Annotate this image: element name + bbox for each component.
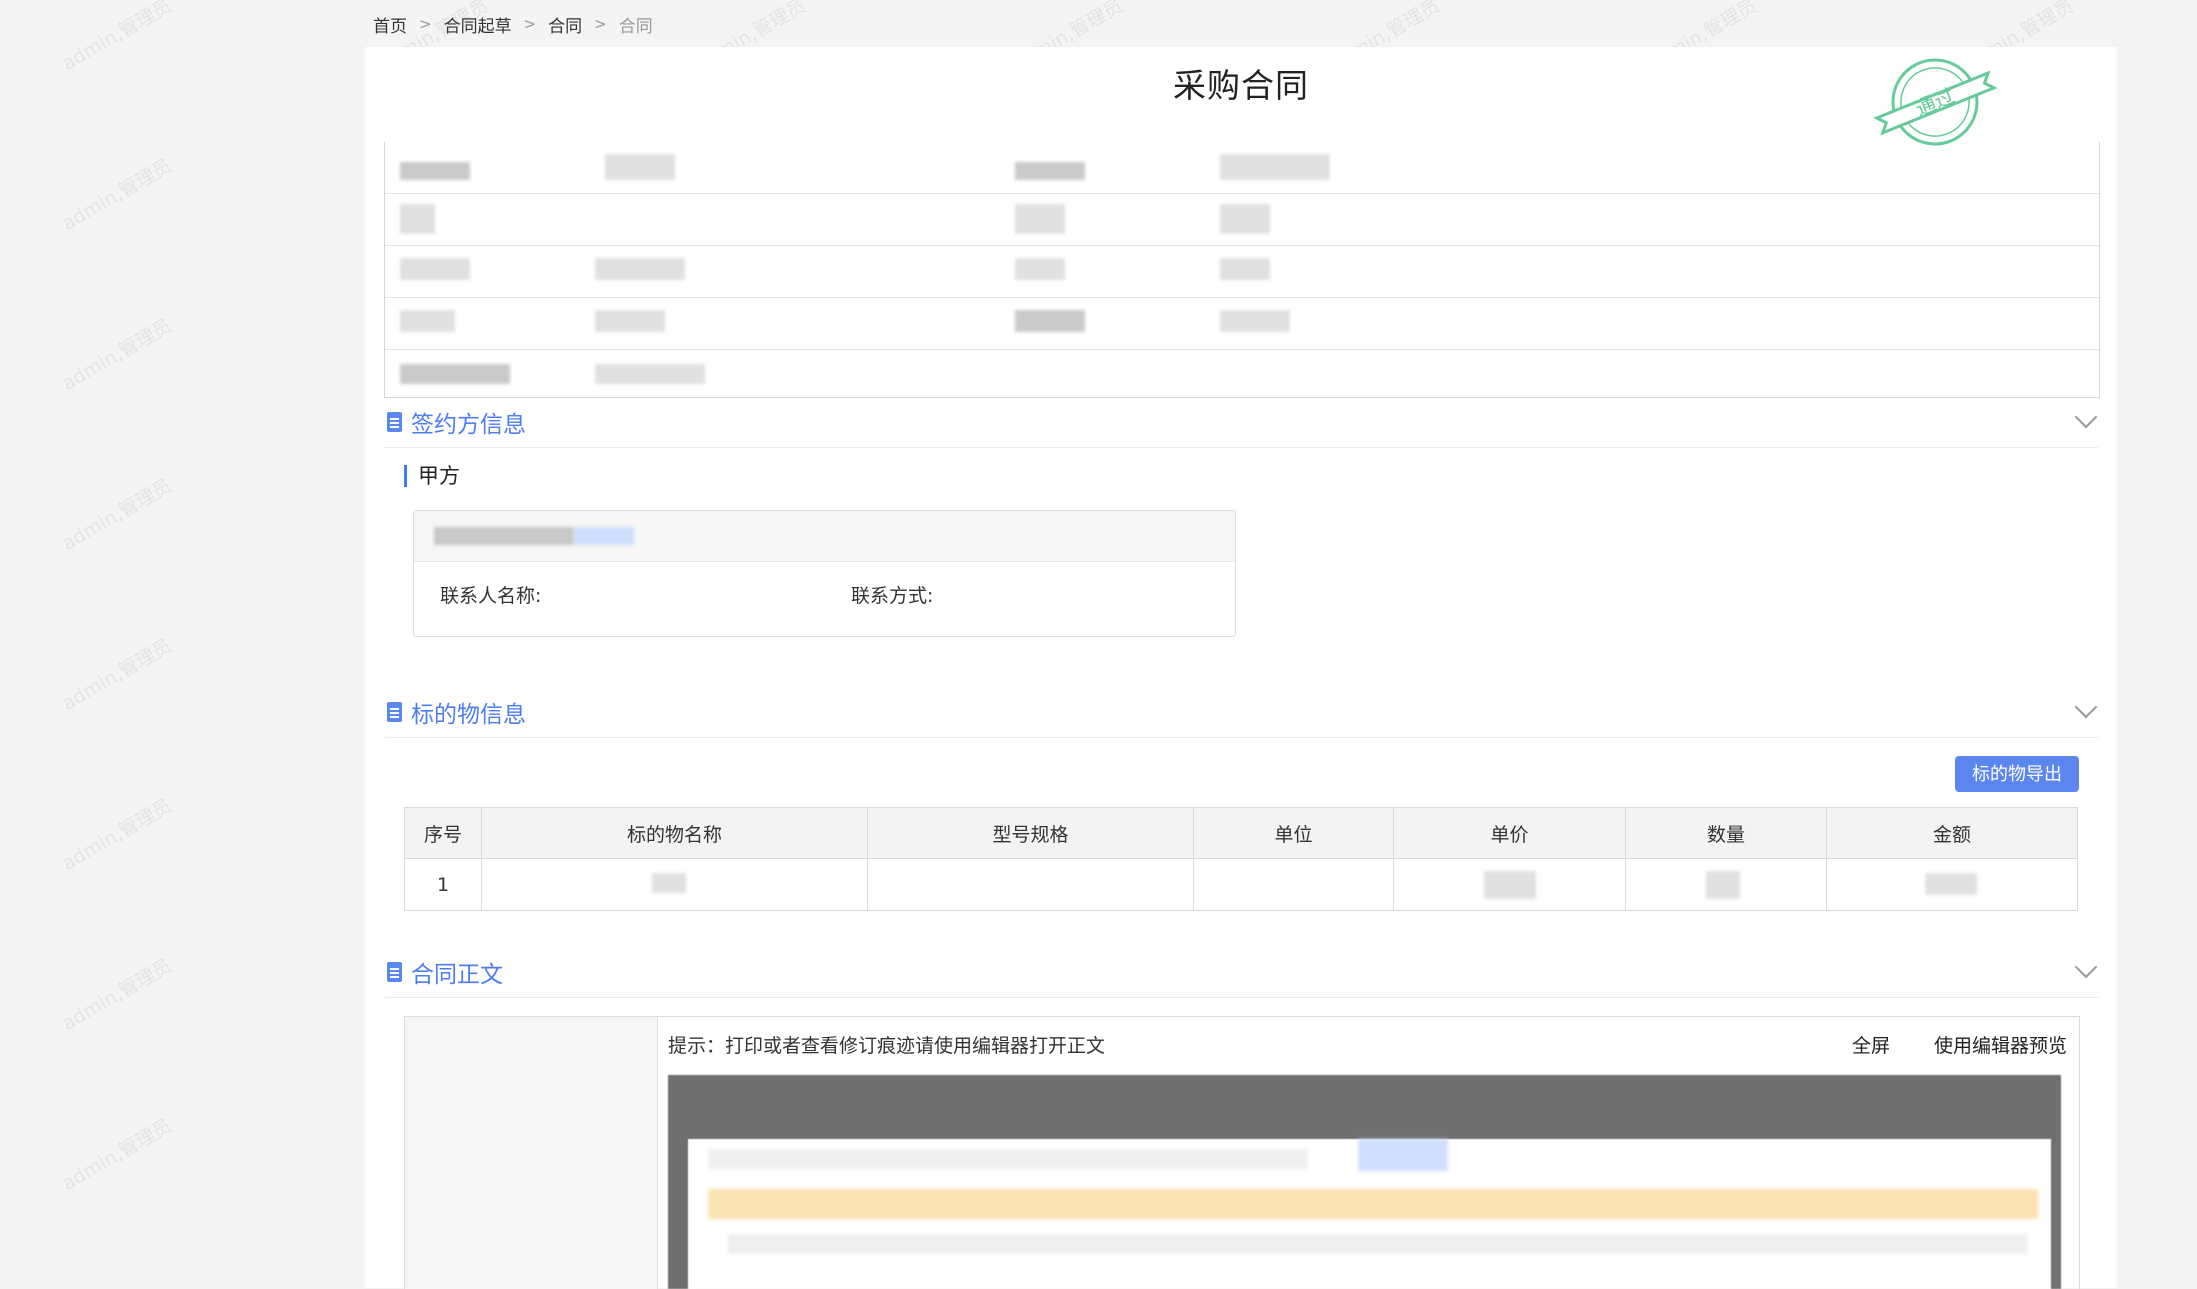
document-preview[interactable] — [668, 1075, 2061, 1289]
watermark-text: admin,管理员 — [58, 0, 176, 75]
document-page — [688, 1139, 2051, 1289]
column-header: 数量 — [1625, 807, 1827, 859]
approved-stamp-icon: 通过 — [1873, 58, 1998, 146]
breadcrumb-home[interactable]: 首页 — [373, 12, 407, 37]
editor-preview-link[interactable]: 使用编辑器预览 — [1934, 1031, 2067, 1058]
info-row — [385, 194, 2099, 246]
contract-body-panel: 提示：打印或者查看修订痕迹请使用编辑器打开正文 全屏 使用编辑器预览 — [404, 1016, 2080, 1289]
breadcrumb-contract[interactable]: 合同 — [548, 12, 582, 37]
breadcrumb: 首页 > 合同起草 > 合同 > 合同 — [373, 12, 653, 37]
watermark-text: admin,管理员 — [58, 474, 176, 555]
chevron-down-icon[interactable] — [2074, 405, 2098, 429]
breadcrumb-separator-icon: > — [523, 15, 537, 33]
cell-price — [1393, 858, 1626, 911]
cell-unit — [1193, 858, 1394, 911]
watermark-text: admin,管理员 — [58, 794, 176, 875]
section-body-header[interactable]: 合同正文 — [385, 947, 2098, 998]
column-header: 金额 — [1826, 807, 2078, 859]
basic-info-table — [384, 142, 2100, 398]
editor-hint: 提示：打印或者查看修订痕迹请使用编辑器打开正文 — [668, 1035, 1106, 1057]
party-a-card: 联系人名称: 联系方式: — [413, 510, 1236, 637]
fullscreen-link[interactable]: 全屏 — [1852, 1031, 1890, 1058]
table-row: 1 — [404, 858, 2078, 911]
breadcrumb-current: 合同 — [618, 16, 653, 37]
body-outline-sidebar — [405, 1017, 658, 1289]
watermark-text: admin,管理员 — [58, 954, 176, 1035]
watermark-text: admin,管理员 — [58, 1114, 176, 1195]
party-a-name-row — [414, 511, 1235, 562]
cell-name — [481, 858, 868, 911]
document-icon — [387, 962, 402, 982]
section-parties-header[interactable]: 签约方信息 — [385, 397, 2098, 448]
document-icon — [387, 412, 402, 432]
watermark-text: admin,管理员 — [58, 314, 176, 395]
breadcrumb-separator-icon: > — [594, 15, 607, 33]
breadcrumb-separator-icon: > — [419, 15, 432, 33]
column-header: 序号 — [404, 807, 482, 859]
watermark-text: admin,管理员 — [58, 154, 176, 235]
column-header: 单位 — [1193, 807, 1394, 859]
contact-method-label: 联系方式: — [851, 585, 934, 607]
watermark-text: admin,管理员 — [58, 634, 176, 715]
column-header: 标的物名称 — [481, 807, 868, 859]
cell-index: 1 — [404, 858, 482, 911]
party-a-title: 甲方 — [404, 465, 460, 487]
info-row — [385, 350, 2099, 401]
chevron-down-icon[interactable] — [2074, 695, 2098, 719]
breadcrumb-contract-draft[interactable]: 合同起草 — [444, 12, 512, 37]
cell-amount — [1826, 858, 2078, 911]
info-row — [385, 298, 2099, 350]
chevron-down-icon[interactable] — [2074, 955, 2098, 979]
contact-name-label: 联系人名称: — [440, 585, 542, 607]
info-row — [385, 246, 2099, 298]
section-parties-title: 签约方信息 — [411, 412, 526, 438]
column-header: 型号规格 — [867, 807, 1194, 859]
section-body-title: 合同正文 — [411, 962, 503, 988]
section-subject-title: 标的物信息 — [411, 702, 526, 728]
page-title: 采购合同 — [1173, 66, 1309, 105]
subject-table: 序号 标的物名称 型号规格 单位 单价 数量 金额 1 — [404, 807, 2078, 911]
stamp-text: 通过 — [1912, 83, 1958, 120]
table-header-row: 序号 标的物名称 型号规格 单位 单价 数量 金额 — [404, 807, 2078, 859]
document-icon — [387, 702, 402, 722]
section-subject-header[interactable]: 标的物信息 — [385, 687, 2098, 738]
column-header: 单价 — [1393, 807, 1626, 859]
cell-model — [867, 858, 1194, 911]
contract-card: 采购合同 通过 签约方信息 甲方 联系人名称: 联系方式: 标的物信息 标的物导… — [365, 47, 2117, 1289]
export-subject-button[interactable]: 标的物导出 — [1955, 756, 2079, 792]
cell-quantity — [1625, 858, 1827, 911]
info-row — [385, 142, 2099, 194]
